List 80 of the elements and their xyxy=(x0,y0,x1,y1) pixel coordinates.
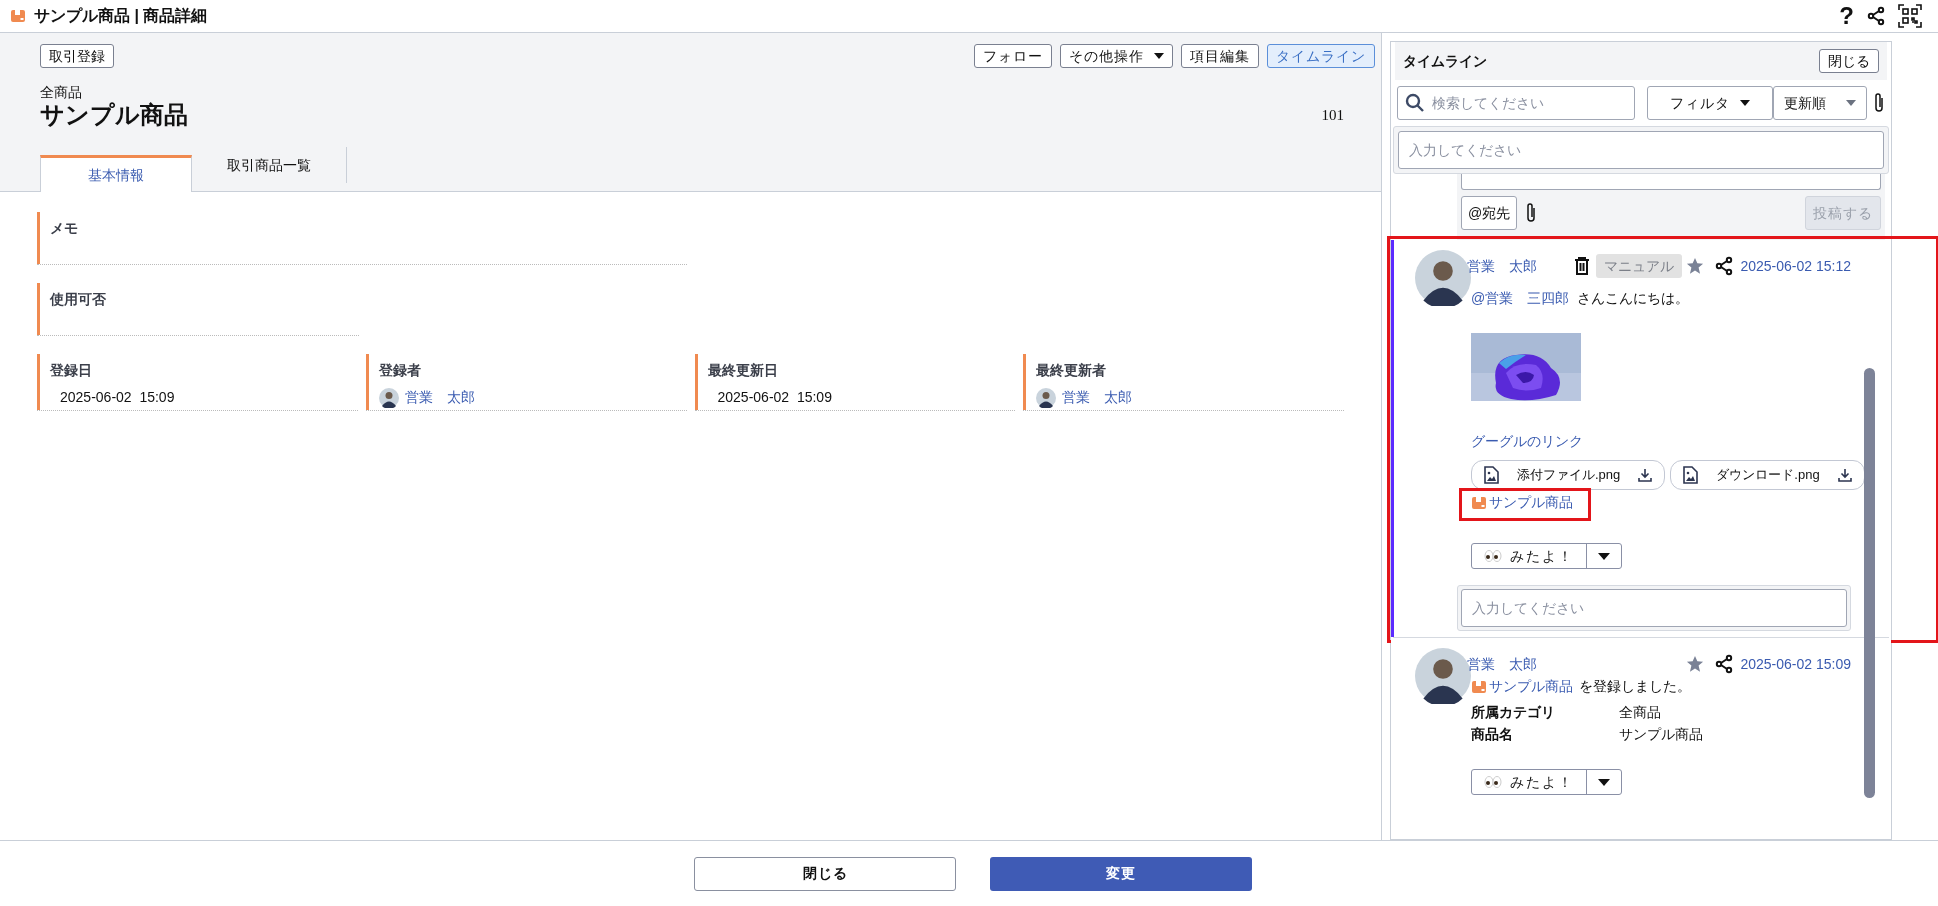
field-accent xyxy=(37,283,40,335)
caret-icon xyxy=(1598,552,1610,560)
mention-button[interactable]: @宛先 xyxy=(1461,196,1518,230)
field-accent xyxy=(1023,354,1027,410)
star-icon[interactable] xyxy=(1686,655,1705,673)
caret-icon xyxy=(1740,100,1751,106)
download-icon[interactable] xyxy=(1837,468,1852,482)
comment-field[interactable]: 入力してください xyxy=(1398,131,1884,169)
close-button[interactable]: 閉じる xyxy=(694,856,956,891)
reply-field[interactable]: 入力してください xyxy=(1461,589,1847,627)
record-number: 101 xyxy=(1321,105,1344,125)
tab[interactable]: 取引商品一覧 xyxy=(192,147,347,183)
trash-icon[interactable] xyxy=(1574,257,1591,275)
post-text: を登録しました。 xyxy=(1579,677,1691,696)
qr-code-icon[interactable] xyxy=(1898,4,1922,28)
star-icon[interactable] xyxy=(1686,257,1705,275)
field-label: 登録日 xyxy=(50,361,93,380)
manual-tag: マニュアル xyxy=(1596,254,1683,278)
file-chip[interactable]: 添付ファイル.png xyxy=(1471,460,1666,490)
field-label: メモ xyxy=(50,219,78,238)
toolbar-button[interactable]: その他操作 xyxy=(1060,44,1173,68)
link[interactable]: グーグルのリンク xyxy=(1471,431,1583,452)
author-link[interactable]: 営業 太郎 xyxy=(1467,653,1537,675)
detail-value: 全商品 xyxy=(1618,703,1662,722)
page-title: サンプル商品 | 商品詳細 xyxy=(34,6,208,26)
share-icon[interactable] xyxy=(1714,256,1735,276)
field-accent xyxy=(694,354,698,410)
record-link[interactable]: サンプル商品 xyxy=(1489,676,1573,697)
post-text: @営業 三四郎 さんこんにちは。 xyxy=(1471,289,1691,308)
toolbar-button[interactable]: フォロー xyxy=(974,44,1052,68)
field-label: 最終更新者 xyxy=(1036,361,1108,380)
record-link[interactable]: サンプル商品 xyxy=(1489,492,1573,513)
avatar xyxy=(378,387,399,408)
toolbar-button[interactable]: 項目編集 xyxy=(1181,44,1259,68)
help-button[interactable]: ? xyxy=(1839,4,1854,28)
record-category: 全商品 xyxy=(40,84,83,100)
paperclip-icon[interactable] xyxy=(1525,202,1538,224)
field-accent xyxy=(365,354,369,410)
field-label: 使用可否 xyxy=(50,290,106,309)
post-time: 2025-06-02 15:12 xyxy=(1740,256,1851,276)
sort-dropdown[interactable]: 更新順 xyxy=(1773,86,1867,120)
app-icon xyxy=(10,8,26,24)
image-file-icon xyxy=(1484,466,1499,484)
field-label: 登録者 xyxy=(378,361,422,380)
detail-label: 所属カテゴリ xyxy=(1471,703,1556,722)
search-icon xyxy=(1405,93,1425,113)
post-time: 2025-06-02 15:09 xyxy=(1740,654,1851,674)
avatar xyxy=(1036,387,1057,408)
caret-icon xyxy=(1846,100,1856,106)
toolbar-button[interactable]: 取引登録 xyxy=(40,44,114,68)
panel-title: タイムライン xyxy=(1403,51,1487,71)
close-button[interactable]: 閉じる xyxy=(1819,49,1879,73)
tab[interactable]: 基本情報 xyxy=(40,155,192,192)
field-label: 最終更新日 xyxy=(707,361,779,380)
caret-icon xyxy=(1598,778,1610,786)
share-icon[interactable] xyxy=(1866,6,1886,26)
user-link[interactable]: 営業 太郎 xyxy=(1062,387,1133,408)
field-accent xyxy=(37,354,40,410)
image-file-icon xyxy=(1683,466,1699,484)
change-button[interactable]: 変更 xyxy=(990,856,1252,891)
field-value: 2025-06-02 15:09 xyxy=(59,388,175,407)
detail-value: サンプル商品 xyxy=(1618,725,1704,744)
toolbar-button[interactable]: タイムライン xyxy=(1267,44,1375,68)
scrollbar[interactable] xyxy=(1864,368,1875,798)
share-icon[interactable] xyxy=(1714,654,1735,674)
filter-button[interactable]: フィルタ xyxy=(1647,86,1773,120)
mention-link[interactable]: @営業 三四郎 xyxy=(1471,290,1570,306)
product-icon xyxy=(1471,494,1487,511)
product-icon xyxy=(1471,678,1487,695)
field-accent xyxy=(37,212,40,264)
author-link[interactable]: 営業 太郎 xyxy=(1467,255,1537,277)
detail-label: 商品名 xyxy=(1471,725,1514,744)
user-link[interactable]: 営業 太郎 xyxy=(404,387,475,408)
record-title: サンプル商品 xyxy=(40,100,188,130)
search-field[interactable]: 検索してください xyxy=(1397,86,1636,120)
paperclip-icon[interactable] xyxy=(1873,92,1885,114)
download-icon[interactable] xyxy=(1638,468,1653,482)
eyes-icon xyxy=(1484,550,1502,562)
eyes-icon xyxy=(1484,776,1502,788)
field-value: 2025-06-02 15:09 xyxy=(716,388,832,407)
